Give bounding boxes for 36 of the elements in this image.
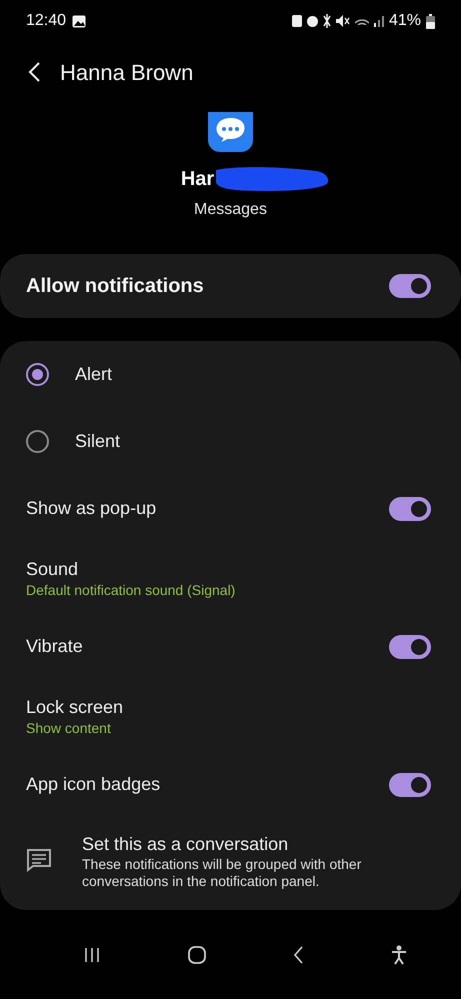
radio-label: Alert bbox=[75, 363, 112, 386]
bluetooth-icon bbox=[322, 14, 331, 28]
setting-label[interactable]: Set this as a conversation bbox=[82, 832, 435, 856]
battery-percent: 41% bbox=[388, 11, 421, 31]
setting-value: Default notification sound (Signal) bbox=[26, 580, 236, 598]
setting-value: Show content bbox=[26, 718, 112, 736]
toggle-switch[interactable] bbox=[389, 274, 431, 298]
setting-label: Vibrate bbox=[26, 635, 83, 658]
radio-button[interactable] bbox=[26, 430, 49, 453]
wifi-icon bbox=[354, 17, 369, 25]
back-icon[interactable] bbox=[28, 62, 40, 82]
page-title: Hanna Brown bbox=[60, 58, 194, 86]
toggle-switch[interactable] bbox=[389, 634, 431, 658]
app-subtitle: Messages bbox=[194, 200, 267, 220]
battery-icon bbox=[426, 14, 435, 28]
messages-app-icon bbox=[208, 112, 253, 152]
setting-label[interactable]: Lock screen bbox=[26, 694, 435, 718]
signal-icon bbox=[374, 16, 384, 26]
radio-label: Silent bbox=[75, 430, 120, 453]
setting-label: Show as pop-up bbox=[26, 497, 156, 520]
toggle-switch[interactable] bbox=[389, 772, 431, 796]
setting-label[interactable]: Sound bbox=[26, 556, 435, 580]
setting-label: Allow notifications bbox=[26, 274, 204, 299]
app-name: Har bbox=[180, 167, 214, 192]
recent-apps-icon[interactable] bbox=[84, 946, 100, 962]
toggle-switch[interactable] bbox=[389, 496, 431, 520]
message-icon bbox=[26, 848, 52, 872]
setting-description: These notifications will be grouped with other conversations in the notification panel. bbox=[82, 856, 362, 890]
mute-icon bbox=[336, 15, 350, 27]
image-icon bbox=[72, 14, 86, 28]
status-time: 12:40 bbox=[26, 11, 66, 31]
setting-label: App icon badges bbox=[26, 773, 160, 796]
back-nav-icon[interactable] bbox=[293, 946, 304, 964]
home-icon[interactable] bbox=[188, 946, 206, 964]
accessibility-icon[interactable] bbox=[391, 944, 408, 964]
radio-button[interactable] bbox=[26, 363, 49, 386]
